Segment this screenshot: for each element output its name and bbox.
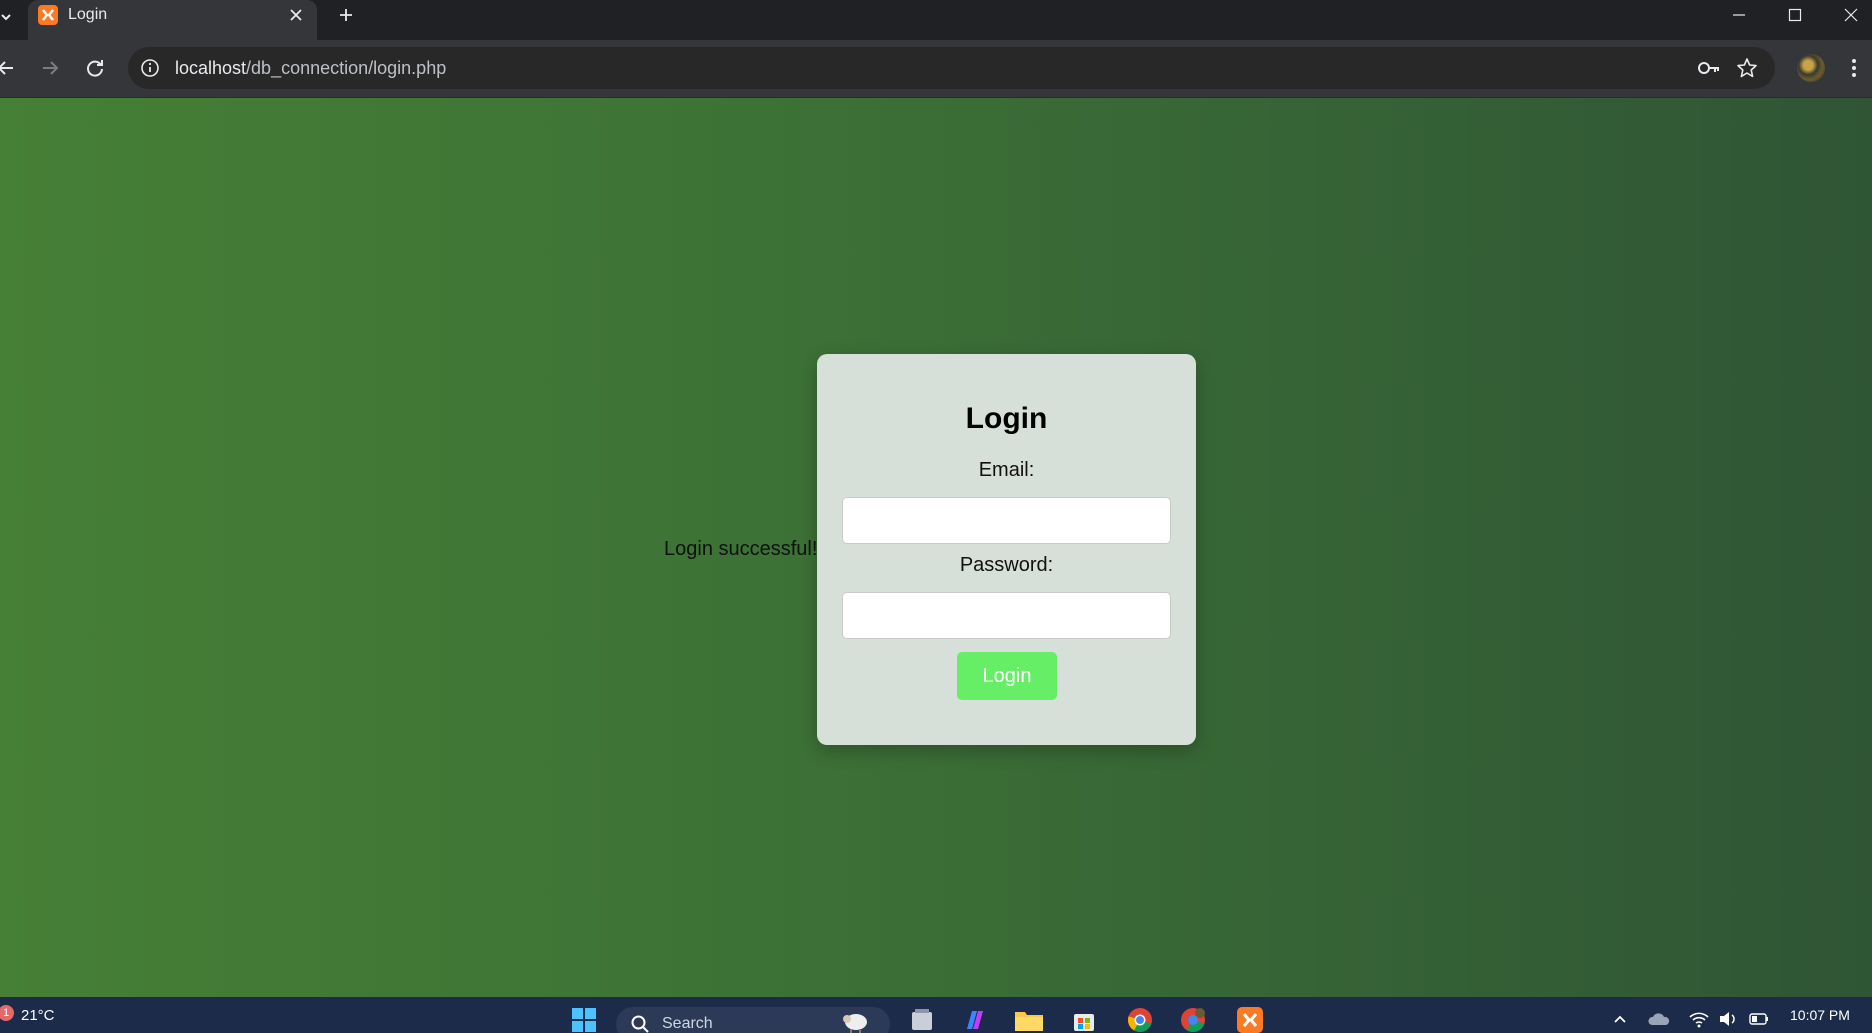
windows-start-icon[interactable]	[571, 1007, 597, 1033]
sheep-highlight-icon	[840, 1010, 872, 1033]
weather-notification-badge: 1	[0, 1005, 14, 1021]
url-text[interactable]: localhost/db_connection/login.php	[175, 58, 446, 78]
maximize-icon[interactable]	[1767, 0, 1823, 30]
site-info-icon[interactable]	[140, 58, 160, 78]
xampp-favicon-icon	[38, 5, 58, 25]
status-message: Login successful!	[664, 538, 818, 560]
tab-title: Login	[68, 6, 108, 23]
taskbar-search[interactable]: Search	[616, 1007, 890, 1033]
chrome-icon[interactable]	[1127, 1007, 1153, 1033]
browser-toolbar: localhost/db_connection/login.php	[0, 40, 1872, 98]
email-label: Email:	[978, 459, 1035, 481]
back-arrow-icon[interactable]	[0, 54, 20, 82]
battery-icon[interactable]	[1748, 1009, 1770, 1029]
xampp-icon[interactable]	[1237, 1007, 1263, 1033]
address-bar[interactable]: localhost/db_connection/login.php	[128, 47, 1775, 89]
search-placeholder: Search	[662, 1015, 713, 1032]
email-field[interactable]	[842, 497, 1171, 544]
form-title: Login	[965, 402, 1048, 435]
password-label: Password:	[959, 554, 1054, 576]
bookmark-star-icon[interactable]	[1736, 57, 1758, 79]
weather-widget[interactable]: 21°C	[21, 1007, 55, 1024]
profile-avatar[interactable]	[1797, 54, 1825, 82]
url-host: localhost	[175, 58, 247, 78]
task-view-icon[interactable]	[909, 1007, 935, 1033]
forward-arrow-icon[interactable]	[36, 54, 64, 82]
close-tab-icon[interactable]	[287, 6, 305, 24]
close-window-icon[interactable]	[1823, 0, 1872, 30]
file-explorer-icon[interactable]	[1014, 1007, 1043, 1033]
search-icon	[630, 1014, 650, 1033]
page-viewport: Login successful! Login Email: Password:…	[0, 98, 1872, 997]
browser-tab[interactable]: Login	[28, 0, 317, 40]
url-path: /db_connection/login.php	[246, 58, 447, 78]
copilot-icon[interactable]	[961, 1007, 987, 1033]
onedrive-icon[interactable]	[1648, 1009, 1670, 1029]
more-menu-icon[interactable]	[1846, 54, 1862, 82]
minimize-icon[interactable]	[1711, 0, 1767, 30]
chevron-up-icon[interactable]	[1612, 1009, 1628, 1029]
login-button[interactable]: Login	[957, 652, 1057, 700]
chrome-profile-icon[interactable]	[1180, 1007, 1206, 1033]
taskbar-clock[interactable]: 10:07 PM	[1790, 1007, 1850, 1023]
volume-icon[interactable]	[1717, 1009, 1739, 1029]
password-key-icon[interactable]	[1697, 57, 1721, 79]
microsoft-store-icon[interactable]	[1071, 1007, 1097, 1033]
tab-search-chevron-icon[interactable]	[0, 6, 16, 28]
browser-tab-strip: Login	[0, 0, 1872, 40]
wifi-icon[interactable]	[1688, 1009, 1710, 1029]
reload-icon[interactable]	[81, 54, 109, 82]
new-tab-icon[interactable]	[334, 3, 358, 27]
login-card: Login Email: Password: Login	[817, 354, 1196, 745]
password-field[interactable]	[842, 592, 1171, 639]
taskbar: 1 21°C Search 10:07 PM	[0, 997, 1872, 1033]
